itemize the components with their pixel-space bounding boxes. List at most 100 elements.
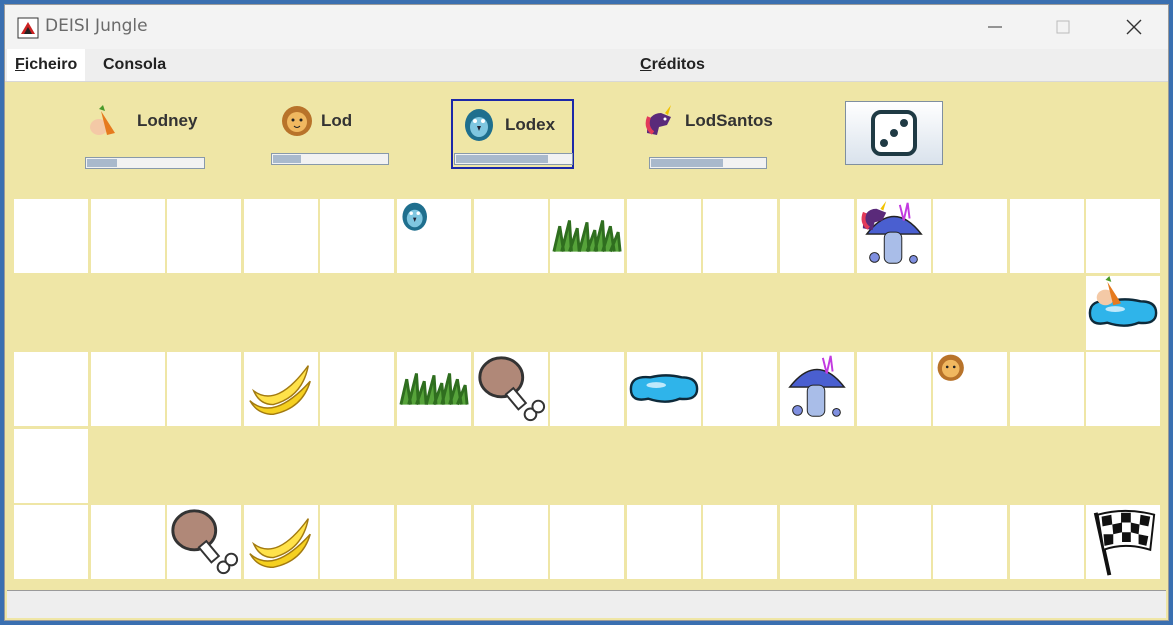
board-cell	[855, 198, 932, 274]
board-cell	[932, 351, 1009, 428]
board-cell	[13, 504, 89, 581]
board-cell	[242, 351, 319, 428]
board-cell	[13, 351, 89, 428]
board-cell	[89, 198, 166, 274]
board-cell	[166, 351, 243, 428]
board-cell	[472, 504, 549, 581]
board-cell	[242, 198, 319, 274]
board-cell	[549, 504, 626, 581]
energy-fill	[273, 155, 302, 163]
board-row	[13, 427, 1162, 504]
unicorn-icon	[645, 105, 671, 135]
board-cell	[319, 198, 396, 274]
board-cell	[89, 351, 166, 428]
lion-icon	[282, 106, 312, 136]
energy-bar	[649, 157, 767, 169]
board-cell	[625, 504, 702, 581]
board-cell	[242, 504, 319, 581]
menu-ficheiro[interactable]: Ficheiro	[7, 49, 86, 81]
board-cell	[1085, 504, 1162, 581]
board-cell	[396, 198, 472, 274]
board-cell	[549, 351, 626, 428]
board-cell	[166, 504, 243, 581]
minimize-icon	[988, 26, 1002, 28]
close-icon	[1126, 19, 1142, 35]
menu-creditos[interactable]: Créditos	[632, 49, 713, 81]
player-panel-lodsantos: LodSantos	[633, 99, 783, 171]
player-bird-token	[402, 202, 427, 231]
board-cell	[1085, 274, 1162, 351]
board-cell	[13, 198, 89, 274]
mushroom-icon	[788, 355, 846, 417]
java-app-icon	[17, 17, 39, 39]
board-cell	[396, 351, 472, 428]
board-cell	[702, 198, 779, 274]
player-panel-lod: Lod	[267, 99, 389, 171]
player-unicorn-token	[861, 200, 886, 231]
player-carrot-token	[1097, 275, 1122, 305]
player-name: Lodney	[137, 111, 198, 130]
close-button[interactable]	[1099, 5, 1168, 49]
grass-icon	[552, 220, 622, 253]
energy-bar	[454, 153, 573, 165]
menu-consola[interactable]: Consola	[95, 49, 174, 81]
board-cell	[932, 504, 1009, 581]
energy-bar	[85, 157, 205, 169]
player-name: Lod	[321, 111, 353, 130]
board-cell	[779, 504, 855, 581]
energy-fill	[456, 155, 548, 163]
board-cell	[1085, 198, 1162, 274]
board-cell	[1085, 351, 1162, 428]
board-cell	[166, 198, 243, 274]
player-name: LodSantos	[685, 111, 773, 130]
board-cell	[855, 351, 932, 428]
energy-bar	[271, 153, 389, 165]
board-cell	[396, 504, 472, 581]
board-cell	[319, 504, 396, 581]
board-cell	[319, 351, 396, 428]
carrot-character-icon	[90, 105, 115, 135]
board-cell	[549, 198, 626, 274]
meat-icon	[171, 509, 239, 575]
status-bar	[7, 590, 1166, 618]
board-cell	[472, 351, 549, 428]
board-cell	[472, 198, 549, 274]
menu-bar: Ficheiro Consola Créditos	[5, 49, 1168, 82]
board-cell	[779, 351, 855, 428]
minimize-button[interactable]	[960, 5, 1030, 49]
board-row	[13, 504, 1162, 581]
player-lion-token	[937, 354, 965, 382]
water-puddle-icon	[629, 374, 699, 404]
board-cell	[702, 504, 779, 581]
window-title: DEISI Jungle	[45, 16, 148, 36]
board-cell	[1008, 198, 1085, 274]
banana-icon	[249, 518, 311, 569]
maximize-button[interactable]	[1028, 5, 1098, 49]
board-row	[13, 198, 1162, 274]
player-panel-lodex: Lodex	[451, 99, 574, 169]
board-row	[13, 274, 1162, 351]
board-cell	[625, 198, 702, 274]
finish-flag-icon	[1094, 510, 1156, 576]
grass-icon	[399, 373, 469, 406]
board-cell	[779, 198, 855, 274]
board-cell	[702, 351, 779, 428]
title-bar: DEISI Jungle	[5, 5, 1168, 49]
board-cell	[855, 504, 932, 581]
app-window: DEISI Jungle Ficheiro Consola Créditos L…	[4, 4, 1169, 621]
board-cell	[1008, 504, 1085, 581]
board-cell	[625, 351, 702, 428]
player-panel-lodney: Lodney	[79, 99, 211, 171]
board-cell	[13, 427, 89, 504]
board-cell	[89, 504, 166, 581]
banana-icon	[249, 365, 311, 416]
board-cell	[1008, 351, 1085, 428]
meat-icon	[477, 356, 545, 422]
maximize-icon	[1056, 20, 1070, 34]
dice-three-icon	[871, 110, 917, 156]
blue-bird-icon	[465, 109, 493, 141]
board-cell	[932, 198, 1009, 274]
roll-dice-button[interactable]	[845, 101, 943, 165]
energy-fill	[651, 159, 724, 167]
board-row	[13, 351, 1162, 428]
